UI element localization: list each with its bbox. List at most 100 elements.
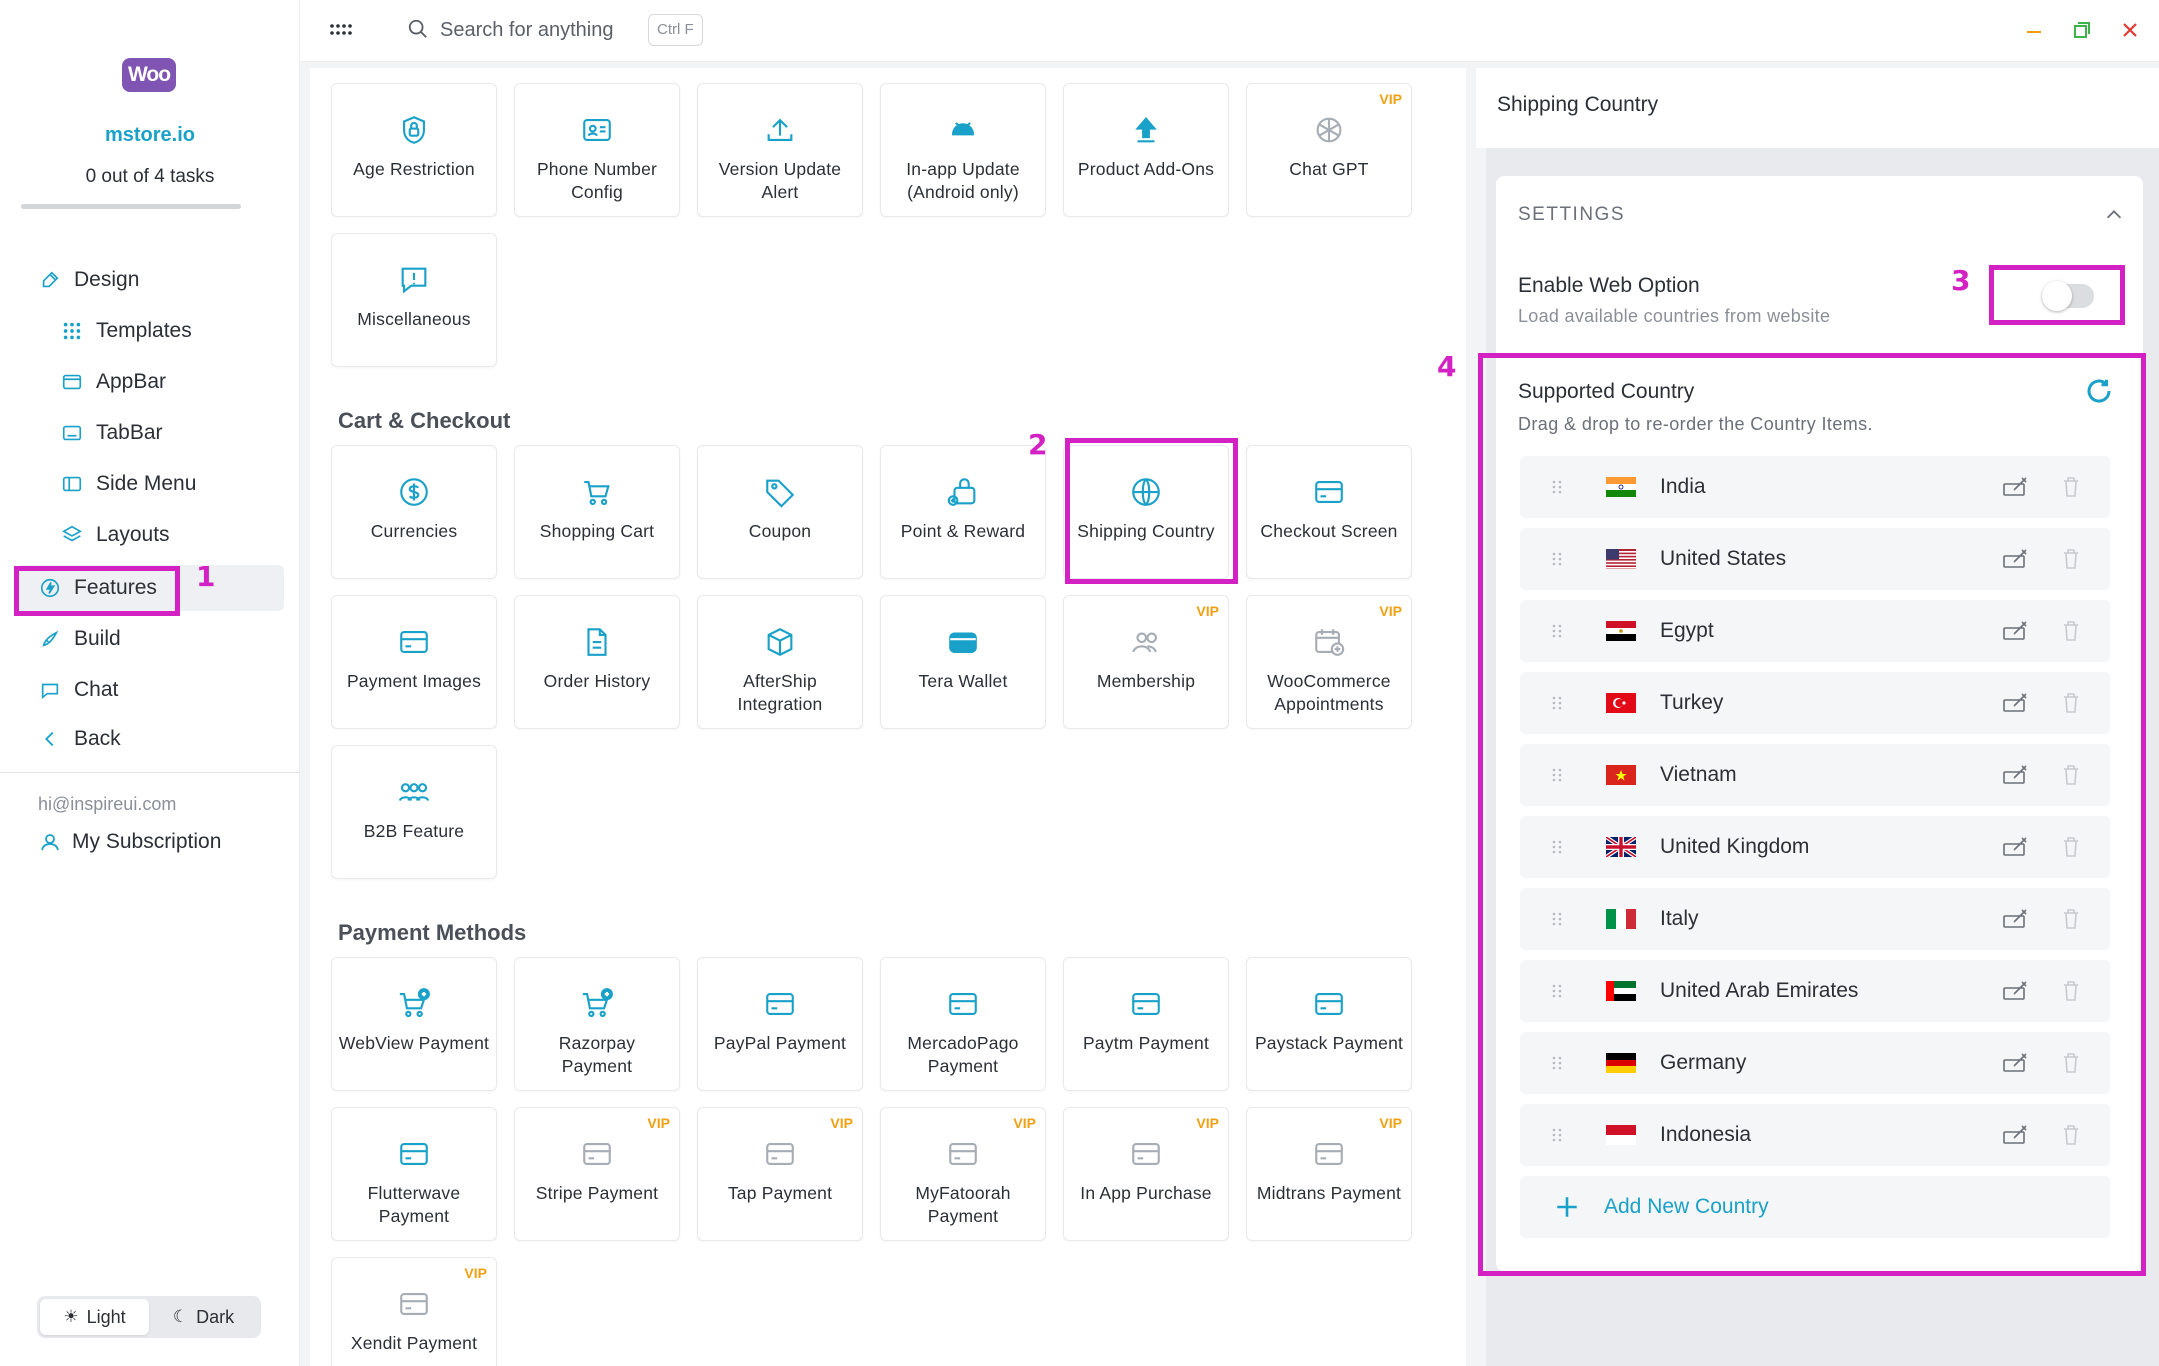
feature-card[interactable]: In-app Update (Android only) <box>880 83 1046 217</box>
card-icon <box>1128 1136 1164 1172</box>
feature-card[interactable]: PayPal Payment <box>697 957 863 1091</box>
sidebar-divider <box>0 772 300 773</box>
feature-card-label: Chat GPT <box>1289 159 1369 179</box>
document-icon <box>579 624 615 660</box>
feature-card-label: PayPal Payment <box>713 1033 847 1053</box>
feature-card[interactable]: Order History <box>514 595 680 729</box>
nav-appbar-label: AppBar <box>96 370 167 393</box>
feature-card[interactable]: Midtrans Payment VIP <box>1246 1107 1412 1241</box>
minimize-button[interactable] <box>2020 16 2048 44</box>
nav-design[interactable]: Design <box>38 257 139 303</box>
feature-card-label: Checkout Screen <box>1260 521 1398 541</box>
alert-bubble-icon <box>396 262 432 298</box>
feature-card[interactable]: Age Restriction <box>331 83 497 217</box>
feature-card[interactable]: Tap Payment VIP <box>697 1107 863 1241</box>
cart-section-title: Cart & Checkout <box>338 408 511 433</box>
feature-card[interactable]: B2B Feature <box>331 745 497 879</box>
feature-card[interactable]: In App Purchase VIP <box>1063 1107 1229 1241</box>
feature-card-label: In App Purchase <box>1080 1183 1212 1203</box>
maximize-icon <box>2074 22 2090 38</box>
annotation-number-1: 1 <box>196 560 216 593</box>
nav-side-menu[interactable]: Side Menu <box>60 461 196 507</box>
nav-chat[interactable]: Chat <box>38 667 118 713</box>
card-icon <box>396 624 432 660</box>
feature-card[interactable]: WebView Payment <box>331 957 497 1091</box>
feature-card[interactable]: Coupon <box>697 445 863 579</box>
feature-card[interactable]: Checkout Screen <box>1246 445 1412 579</box>
feature-card[interactable]: Currencies <box>331 445 497 579</box>
feature-card[interactable]: WooCommerce Appointments VIP <box>1246 595 1412 729</box>
feature-card[interactable]: Shopping Cart <box>514 445 680 579</box>
users-icon <box>1128 624 1164 660</box>
close-button[interactable] <box>2116 16 2144 44</box>
feature-card[interactable]: Chat GPT VIP <box>1246 83 1412 217</box>
feature-card[interactable]: MyFatoorah Payment VIP <box>880 1107 1046 1241</box>
feature-card[interactable]: Xendit Payment VIP <box>331 1257 497 1366</box>
feature-card[interactable]: Tera Wallet <box>880 595 1046 729</box>
vip-badge: VIP <box>1379 91 1402 107</box>
vip-badge: VIP <box>830 1115 853 1131</box>
layers-icon <box>60 523 84 547</box>
sun-icon: ☀ <box>63 1307 79 1326</box>
feature-card[interactable]: Membership VIP <box>1063 595 1229 729</box>
vip-badge: VIP <box>1013 1115 1036 1131</box>
nav-layouts[interactable]: Layouts <box>60 512 170 558</box>
feature-card-label: Product Add-Ons <box>1077 159 1215 179</box>
subscription-label: My Subscription <box>72 830 222 853</box>
web-option-subtitle: Load available countries from website <box>1518 306 1831 326</box>
chevron-up-icon[interactable] <box>2103 204 2125 226</box>
feature-card-label: Miscellaneous <box>357 309 471 329</box>
card-icon <box>396 1136 432 1172</box>
feature-card[interactable]: Payment Images <box>331 595 497 729</box>
feature-card[interactable]: Miscellaneous <box>331 233 497 367</box>
nav-templates[interactable]: Templates <box>60 308 192 354</box>
android-icon <box>945 112 981 148</box>
panel-header: Shipping Country <box>1476 68 2159 148</box>
web-option-title: Enable Web Option <box>1518 274 1700 297</box>
feature-card-label: Paytm Payment <box>1082 1033 1210 1053</box>
nav-back[interactable]: Back <box>38 716 121 762</box>
tag-icon <box>762 474 798 510</box>
panel-title: Shipping Country <box>1497 93 1659 116</box>
search-shortcut-badge: Ctrl F <box>648 14 703 46</box>
feature-card[interactable]: Phone Number Config <box>514 83 680 217</box>
feature-card-label: Xendit Payment <box>350 1333 478 1353</box>
annotation-box-3 <box>1989 265 2125 325</box>
annotation-box-1 <box>14 566 180 616</box>
upload-arrow-icon <box>1128 112 1164 148</box>
nav-build[interactable]: Build <box>38 616 121 662</box>
package-icon <box>762 624 798 660</box>
feature-card[interactable]: Point & Reward <box>880 445 1046 579</box>
card-icon <box>762 986 798 1022</box>
feature-card[interactable]: Razorpay Payment <box>514 957 680 1091</box>
theme-dark-button[interactable]: ☾ Dark <box>149 1299 258 1335</box>
upload-icon <box>762 112 798 148</box>
apps-grid-icon[interactable] <box>328 18 352 42</box>
feature-card-label: B2B Feature <box>363 821 465 841</box>
store-name[interactable]: mstore.io <box>0 124 300 147</box>
features-grid-panel: Age Restriction Phone Number Config Versio… <box>310 68 1466 1366</box>
openai-icon <box>1311 112 1347 148</box>
feature-card[interactable]: Version Update Alert <box>697 83 863 217</box>
theme-light-button[interactable]: ☀ Light <box>40 1299 149 1335</box>
nav-appbar[interactable]: AppBar <box>60 359 166 405</box>
feature-card[interactable]: Stripe Payment VIP <box>514 1107 680 1241</box>
feature-card-label: Membership <box>1096 671 1196 691</box>
vip-badge: VIP <box>1379 1115 1402 1131</box>
feature-card[interactable]: Flutterwave Payment <box>331 1107 497 1241</box>
feature-card[interactable]: MercadoPago Payment <box>880 957 1046 1091</box>
cart-plus-icon <box>579 986 615 1022</box>
feature-card-label: Tap Payment <box>727 1183 833 1203</box>
feature-card-label: Razorpay Payment <box>558 1033 636 1076</box>
nav-tabbar[interactable]: TabBar <box>60 410 163 456</box>
cart-plus-icon <box>396 986 432 1022</box>
my-subscription-link[interactable]: My Subscription <box>38 830 221 854</box>
feature-card[interactable]: AfterShip Integration <box>697 595 863 729</box>
feature-card[interactable]: Paystack Payment <box>1246 957 1412 1091</box>
nav-layouts-label: Layouts <box>96 523 170 546</box>
feature-card[interactable]: Paytm Payment <box>1063 957 1229 1091</box>
feature-card[interactable]: Product Add-Ons <box>1063 83 1229 217</box>
vip-badge: VIP <box>1196 1115 1219 1131</box>
maximize-button[interactable] <box>2068 16 2096 44</box>
search-input[interactable]: Search for anything <box>440 19 613 42</box>
